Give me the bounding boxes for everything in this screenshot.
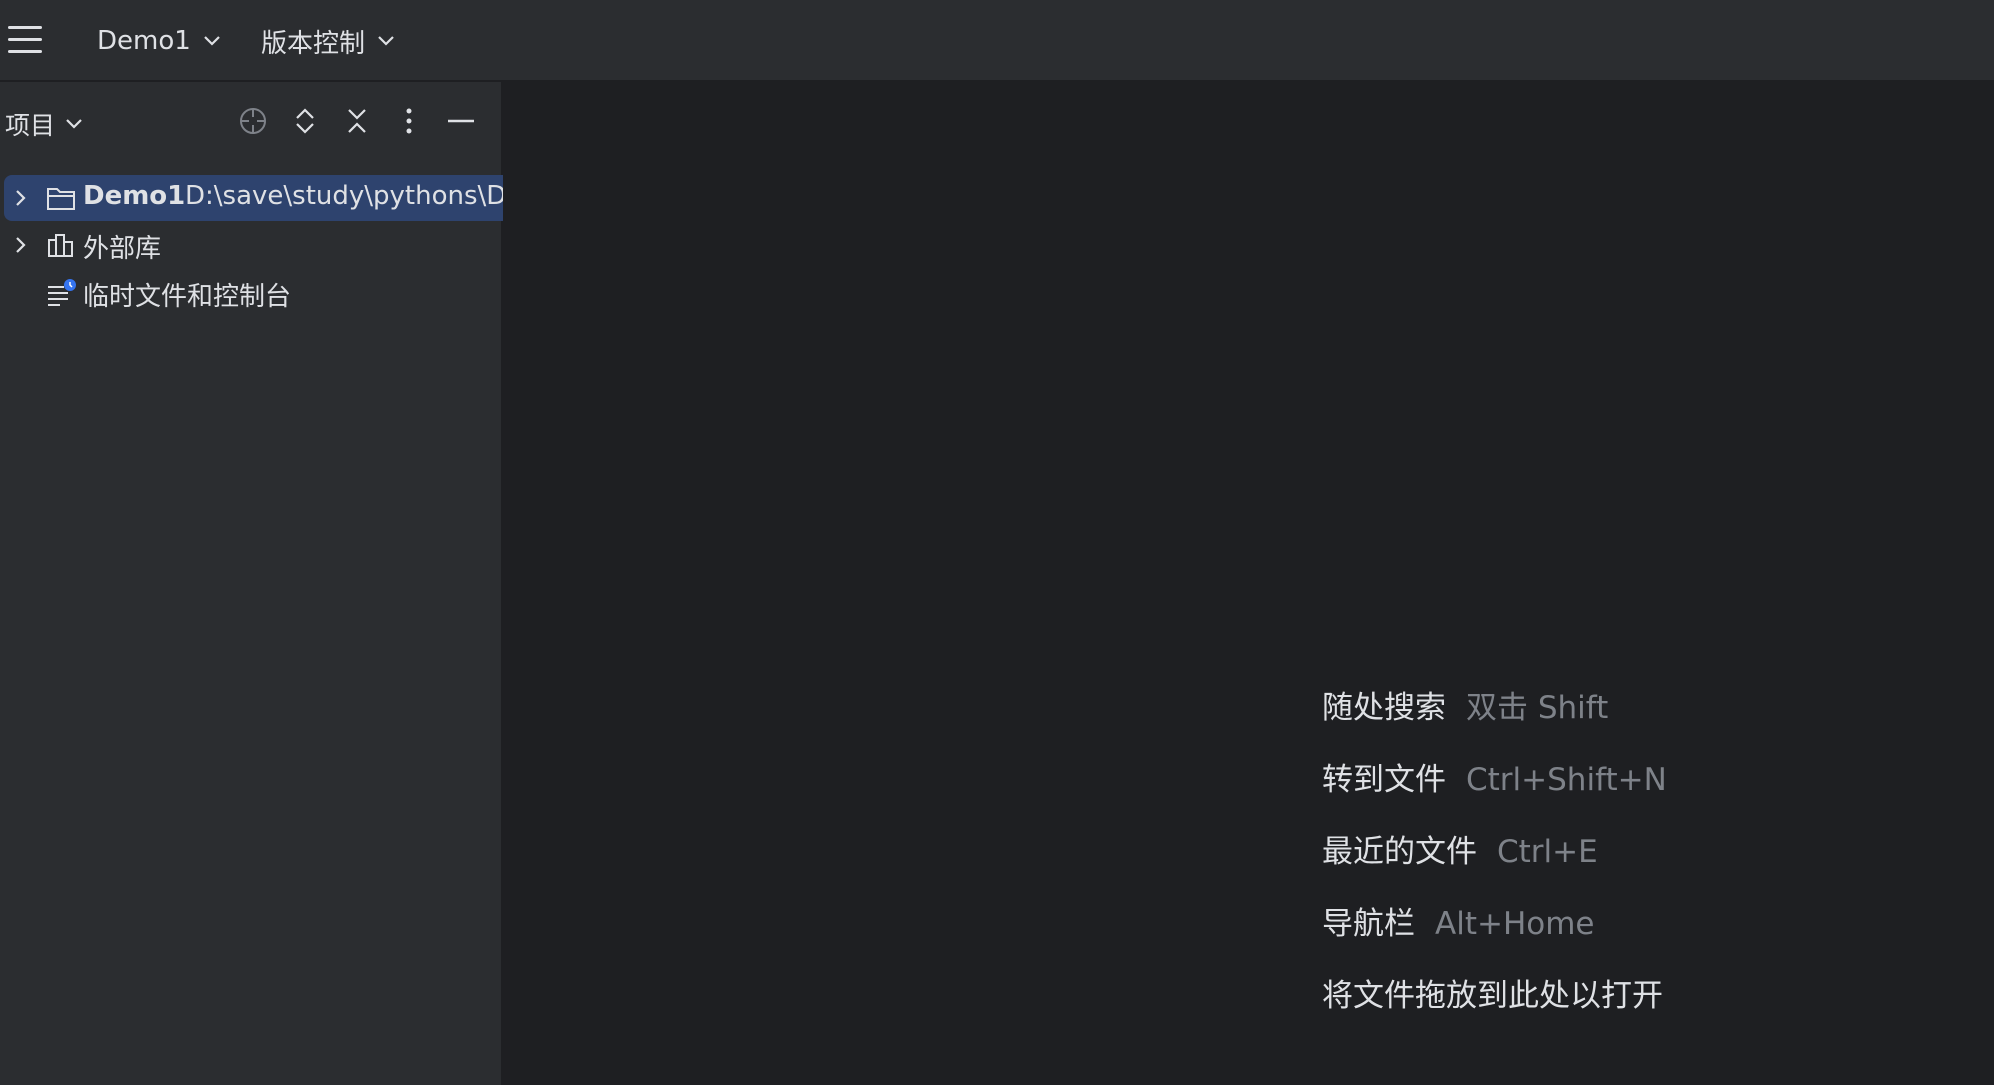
- chevron-right-icon[interactable]: [12, 236, 30, 254]
- hint-search-everywhere: 随处搜索 双击 Shift: [1322, 682, 1608, 727]
- hint-action: 转到文件: [1322, 762, 1446, 798]
- chevron-down-icon: [204, 36, 220, 46]
- scratches-label: 临时文件和控制台: [83, 282, 292, 312]
- library-icon: [48, 234, 73, 257]
- editor-area[interactable]: [503, 82, 1994, 1085]
- external-libraries-label: 外部库: [83, 234, 162, 264]
- project-path: D:\save\study\pythons\Demo1: [185, 181, 503, 211]
- hint-navigation-bar: 导航栏 Alt+Home: [1322, 898, 1595, 943]
- minimize-icon[interactable]: [444, 104, 478, 138]
- project-name: Demo1: [97, 26, 191, 56]
- tree-item-project[interactable]: Demo1 D:\save\study\pythons\Demo1: [4, 175, 503, 221]
- tree-item-external-libraries[interactable]: 外部库: [0, 222, 500, 268]
- hint-action: 随处搜索: [1322, 690, 1446, 726]
- expand-all-icon[interactable]: [288, 104, 322, 138]
- hint-recent-files: 最近的文件 Ctrl+E: [1322, 826, 1598, 871]
- panel-title: 项目: [5, 111, 56, 140]
- crosshair-icon[interactable]: [236, 104, 270, 138]
- chevron-down-icon: [378, 36, 394, 46]
- project-view-selector[interactable]: 项目: [5, 106, 83, 142]
- chevron-down-icon: [66, 119, 82, 129]
- collapse-all-icon[interactable]: [340, 104, 374, 138]
- hint-shortcut: 双击 Shift: [1466, 690, 1609, 726]
- project-tool-window: 项目 Demo1 D:\save\study\pythons\D 外部库 临时文…: [0, 82, 503, 1085]
- hint-drop-files: 将文件拖放到此处以打开: [1322, 970, 1663, 1015]
- hint-action: 最近的文件: [1322, 834, 1477, 870]
- tree-item-scratches[interactable]: 临时文件和控制台: [0, 270, 500, 316]
- vcs-widget[interactable]: 版本控制: [261, 22, 395, 60]
- hint-goto-file: 转到文件 Ctrl+Shift+N: [1322, 754, 1667, 799]
- chevron-right-icon[interactable]: [12, 189, 30, 207]
- project-widget[interactable]: Demo1: [97, 22, 221, 60]
- folder-icon: [47, 188, 75, 210]
- main-toolbar: Demo1 版本控制: [0, 0, 1994, 82]
- vcs-label: 版本控制: [261, 28, 366, 59]
- scratches-icon: [48, 279, 76, 306]
- hint-action: 将文件拖放到此处以打开: [1322, 978, 1663, 1014]
- hint-shortcut: Alt+Home: [1435, 906, 1595, 942]
- hamburger-icon[interactable]: [8, 24, 42, 56]
- hint-shortcut: Ctrl+E: [1497, 834, 1598, 870]
- hint-action: 导航栏: [1322, 906, 1415, 942]
- hint-shortcut: Ctrl+Shift+N: [1466, 762, 1667, 798]
- project-name: Demo1: [83, 181, 186, 211]
- more-vertical-icon[interactable]: [392, 104, 426, 138]
